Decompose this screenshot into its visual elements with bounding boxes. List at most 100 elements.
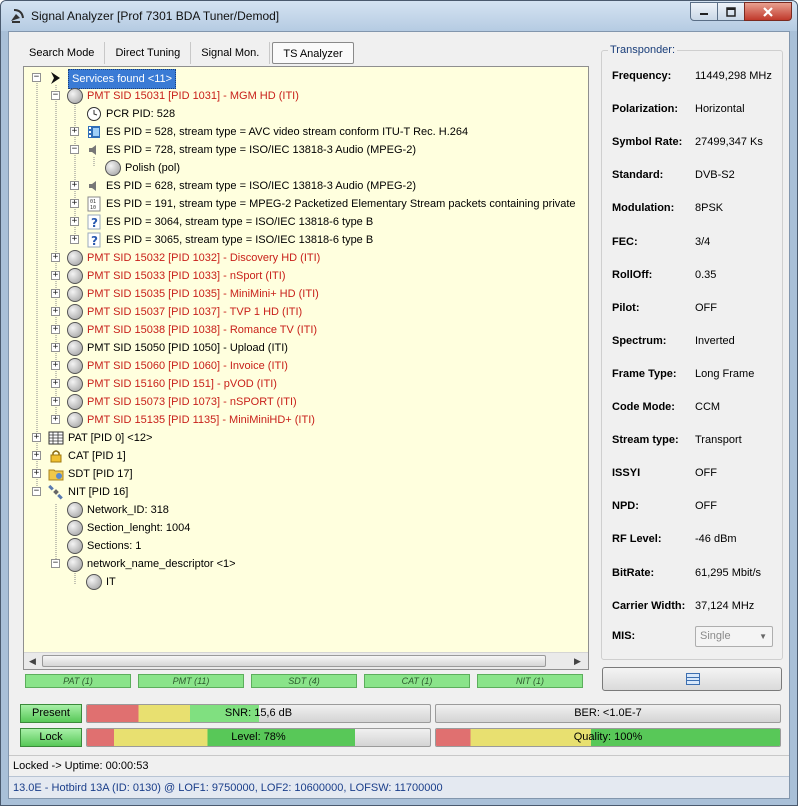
collapse-toggle[interactable]: − bbox=[32, 487, 41, 496]
layout-toggle-button[interactable] bbox=[602, 667, 782, 691]
expand-toggle[interactable]: + bbox=[70, 127, 79, 136]
collapse-toggle[interactable]: − bbox=[51, 559, 60, 568]
expand-toggle[interactable]: + bbox=[32, 469, 41, 478]
tree-node-label: PMT SID 15031 [PID 1031] - MGM HD (ITI) bbox=[87, 90, 299, 102]
node-circle-icon bbox=[67, 538, 83, 554]
field-value: 0.35 bbox=[695, 268, 717, 281]
collapse-toggle[interactable]: − bbox=[51, 91, 60, 100]
node-icon bbox=[86, 178, 102, 194]
svg-text:?: ? bbox=[91, 216, 98, 230]
transponder-field: Standard: DVB-S2 bbox=[612, 169, 782, 185]
field-value: CCM bbox=[695, 401, 721, 413]
expand-toggle[interactable]: + bbox=[70, 181, 79, 190]
film-icon bbox=[88, 126, 100, 138]
minimize-icon bbox=[700, 12, 708, 15]
horizontal-scrollbar[interactable]: ◀ ▶ bbox=[24, 652, 588, 669]
expand-toggle[interactable]: + bbox=[51, 415, 60, 424]
tree-node-label: SDT [PID 17] bbox=[68, 468, 133, 480]
field-label: RF Level: bbox=[612, 533, 662, 546]
node-circle-icon bbox=[67, 520, 83, 536]
field-label: RollOff: bbox=[612, 268, 653, 281]
stat-pmt: PMT (11) bbox=[138, 674, 244, 688]
node-circle-icon bbox=[67, 376, 83, 392]
transponder-field: Spectrum: Inverted bbox=[612, 335, 782, 351]
snr-bar: SNR: 15,6 dB bbox=[86, 704, 431, 723]
tree-node-label: ES PID = 3064, stream type = ISO/IEC 138… bbox=[106, 216, 374, 228]
expand-toggle[interactable]: + bbox=[51, 307, 60, 316]
tree-node-label: PMT SID 15032 [PID 1032] - Discovery HD … bbox=[87, 252, 321, 264]
maximize-button[interactable] bbox=[717, 2, 745, 21]
tree-node-label: IT bbox=[106, 576, 116, 588]
transponder-field: Symbol Rate: 27499,347 Ks bbox=[612, 136, 782, 152]
tab-ts-analyzer[interactable]: TS Analyzer bbox=[272, 42, 354, 64]
client-area: Search Mode Direct Tuning Signal Mon. TS… bbox=[8, 31, 790, 799]
arrow-right-icon bbox=[51, 72, 60, 84]
ber-bar: BER: <1.0E-7 bbox=[435, 704, 781, 723]
tab-signal-mon[interactable]: Signal Mon. bbox=[191, 42, 271, 64]
collapse-toggle[interactable]: − bbox=[70, 145, 79, 154]
tree-node-label: Polish (pol) bbox=[125, 162, 181, 174]
node-icon bbox=[48, 70, 64, 86]
binary-data-icon: 0110 bbox=[87, 196, 101, 212]
tree-node-label: PMT SID 15073 [PID 1073] - nSPORT (ITI) bbox=[87, 396, 297, 408]
tree-node-label: PMT SID 15033 [PID 1033] - nSport (ITI) bbox=[87, 270, 286, 282]
node-icon: ? bbox=[86, 232, 102, 248]
maximize-icon bbox=[726, 6, 736, 17]
uptime-status: Locked -> Uptime: 00:00:53 bbox=[9, 755, 789, 775]
mis-select[interactable]: Single ▼ bbox=[695, 626, 773, 647]
field-label: Carrier Width: bbox=[612, 599, 686, 612]
speaker-icon bbox=[89, 181, 96, 191]
expand-toggle[interactable]: + bbox=[70, 199, 79, 208]
tab-direct-tuning[interactable]: Direct Tuning bbox=[105, 42, 192, 64]
expand-toggle[interactable]: + bbox=[51, 397, 60, 406]
transponder-field: Carrier Width: 37,124 MHz bbox=[612, 600, 782, 616]
scrollbar-thumb[interactable] bbox=[42, 655, 546, 667]
collapse-toggle[interactable]: − bbox=[32, 73, 41, 82]
close-button[interactable] bbox=[744, 2, 792, 21]
node-circle-icon bbox=[67, 340, 83, 356]
expand-toggle[interactable]: + bbox=[51, 289, 60, 298]
tree-node-label: Sections: 1 bbox=[87, 540, 142, 552]
scroll-right-icon[interactable]: ▶ bbox=[574, 656, 581, 667]
expand-toggle[interactable]: + bbox=[51, 343, 60, 352]
expand-toggle[interactable]: + bbox=[51, 253, 60, 262]
node-circle-icon bbox=[67, 556, 83, 572]
field-label: Symbol Rate: bbox=[612, 136, 683, 149]
field-value: DVB-S2 bbox=[695, 169, 735, 182]
tree-node-label: Section_lenght: 1004 bbox=[87, 522, 191, 534]
tree-node-label: ES PID = 628, stream type = ISO/IEC 1381… bbox=[106, 180, 416, 192]
transponder-title: Transponder: bbox=[608, 44, 678, 56]
expand-toggle[interactable]: + bbox=[70, 217, 79, 226]
field-value: Inverted bbox=[695, 334, 735, 347]
svg-text:10: 10 bbox=[90, 205, 96, 211]
node-circle-icon bbox=[105, 160, 121, 176]
field-value: 3/4 bbox=[695, 235, 711, 248]
node-circle-icon bbox=[86, 574, 102, 590]
node-circle-icon bbox=[67, 286, 83, 302]
table-grid-icon bbox=[48, 431, 64, 445]
expand-toggle[interactable]: + bbox=[32, 433, 41, 442]
field-label: ISSYI bbox=[612, 467, 641, 480]
field-label: Frequency: bbox=[612, 70, 672, 82]
ber-label: BER: <1.0E-7 bbox=[574, 707, 642, 719]
tree-node-label: PMT SID 15135 [PID 1135] - MiniMiniHD+ (… bbox=[87, 414, 315, 426]
panel-layout-icon bbox=[686, 673, 700, 685]
expand-toggle[interactable]: + bbox=[51, 325, 60, 334]
scroll-left-icon[interactable]: ◀ bbox=[29, 656, 36, 667]
node-icon bbox=[48, 466, 64, 482]
field-label: BitRate: bbox=[612, 566, 655, 579]
node-circle-icon bbox=[67, 88, 83, 104]
satellite-status: 13.0E - Hotbird 13A (ID: 0130) @ LOF1: 9… bbox=[9, 776, 789, 798]
expand-toggle[interactable]: + bbox=[51, 361, 60, 370]
expand-toggle[interactable]: + bbox=[32, 451, 41, 460]
expand-toggle[interactable]: + bbox=[51, 271, 60, 280]
expand-toggle[interactable]: + bbox=[51, 379, 60, 388]
clock-icon bbox=[87, 107, 101, 121]
tree-node-label: ES PID = 528, stream type = AVC video st… bbox=[106, 126, 469, 138]
minimize-button[interactable] bbox=[690, 2, 718, 21]
service-tree[interactable]: − Services found <11> − PMT SID 15031 [PID … bbox=[23, 66, 589, 670]
field-value: OFF bbox=[695, 301, 717, 314]
transponder-field: FEC: 3/4 bbox=[612, 236, 782, 252]
tab-search-mode[interactable]: Search Mode bbox=[19, 42, 106, 64]
expand-toggle[interactable]: + bbox=[70, 235, 79, 244]
